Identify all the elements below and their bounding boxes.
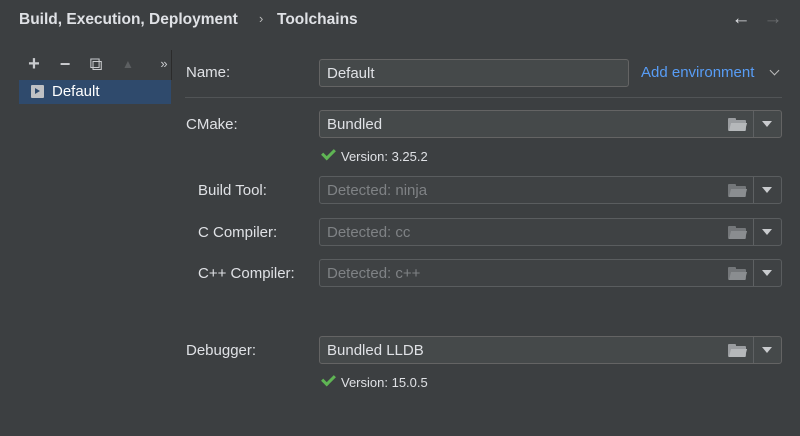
cpp-compiler-dropdown-arrow-icon[interactable] [754, 260, 781, 286]
cmake-dropdown-arrow-icon[interactable] [754, 111, 781, 137]
breadcrumb-separator-icon: › [259, 11, 264, 26]
chevron-down-icon[interactable] [769, 65, 780, 76]
cmake-value: Bundled [327, 116, 383, 133]
name-field-value: Default [327, 65, 375, 82]
toolchains-toolbar: + − ⧉ ▲ » [19, 50, 172, 80]
debugger-dropdown-arrow-icon[interactable] [754, 337, 781, 363]
build-tool-dropdown-arrow-icon[interactable] [754, 177, 781, 203]
toolchains-panel: + − ⧉ ▲ » Default [19, 50, 172, 436]
toolchain-item-default[interactable]: Default [19, 80, 171, 104]
header: Build, Execution, Deployment › Toolchain… [0, 0, 800, 40]
c-compiler-label: C Compiler: [198, 224, 278, 241]
check-icon [321, 145, 336, 161]
toolchain-item-label: Default [52, 83, 100, 100]
move-up-icon: ▲ [122, 57, 134, 71]
debugger-version: Version: 15.0.5 [341, 375, 428, 390]
debugger-value: Bundled LLDB [327, 342, 424, 359]
c-compiler-value: Detected: cc [327, 224, 411, 241]
cpp-compiler-select[interactable]: Detected: c++ [319, 259, 782, 287]
breadcrumb-parent[interactable]: Build, Execution, Deployment [19, 11, 238, 29]
run-config-icon [31, 85, 44, 98]
build-tool-select[interactable]: Detected: ninja [319, 176, 782, 204]
page-title: Toolchains [277, 11, 358, 28]
forward-arrow-icon: → [763, 8, 783, 29]
name-label: Name: [186, 64, 231, 81]
add-environment-link[interactable]: Add environment [641, 64, 754, 81]
check-icon [321, 371, 336, 387]
cmake-select[interactable]: Bundled [319, 110, 782, 138]
debugger-label: Debugger: [186, 342, 257, 359]
cmake-label: CMake: [186, 116, 238, 133]
divider [185, 97, 782, 98]
debugger-select[interactable]: Bundled LLDB [319, 336, 782, 364]
build-tool-value: Detected: ninja [327, 182, 428, 199]
back-arrow-icon[interactable]: ← [730, 8, 752, 30]
name-field[interactable]: Default [319, 59, 629, 87]
c-compiler-dropdown-arrow-icon[interactable] [754, 219, 781, 245]
folder-icon[interactable] [728, 118, 748, 131]
cpp-compiler-label: C++ Compiler: [198, 265, 295, 282]
folder-icon[interactable] [728, 344, 748, 357]
folder-icon[interactable] [728, 184, 748, 197]
folder-icon[interactable] [728, 267, 748, 280]
c-compiler-select[interactable]: Detected: cc [319, 218, 782, 246]
cpp-compiler-value: Detected: c++ [327, 265, 421, 282]
add-icon[interactable]: + [24, 53, 44, 75]
remove-icon[interactable]: − [55, 53, 75, 75]
build-tool-label: Build Tool: [198, 182, 267, 199]
folder-icon[interactable] [728, 226, 748, 239]
copy-icon[interactable]: ⧉ [86, 53, 106, 75]
toolchains-list: Default [19, 80, 172, 436]
cmake-version: Version: 3.25.2 [341, 149, 428, 164]
more-actions-icon[interactable]: » [154, 53, 174, 75]
